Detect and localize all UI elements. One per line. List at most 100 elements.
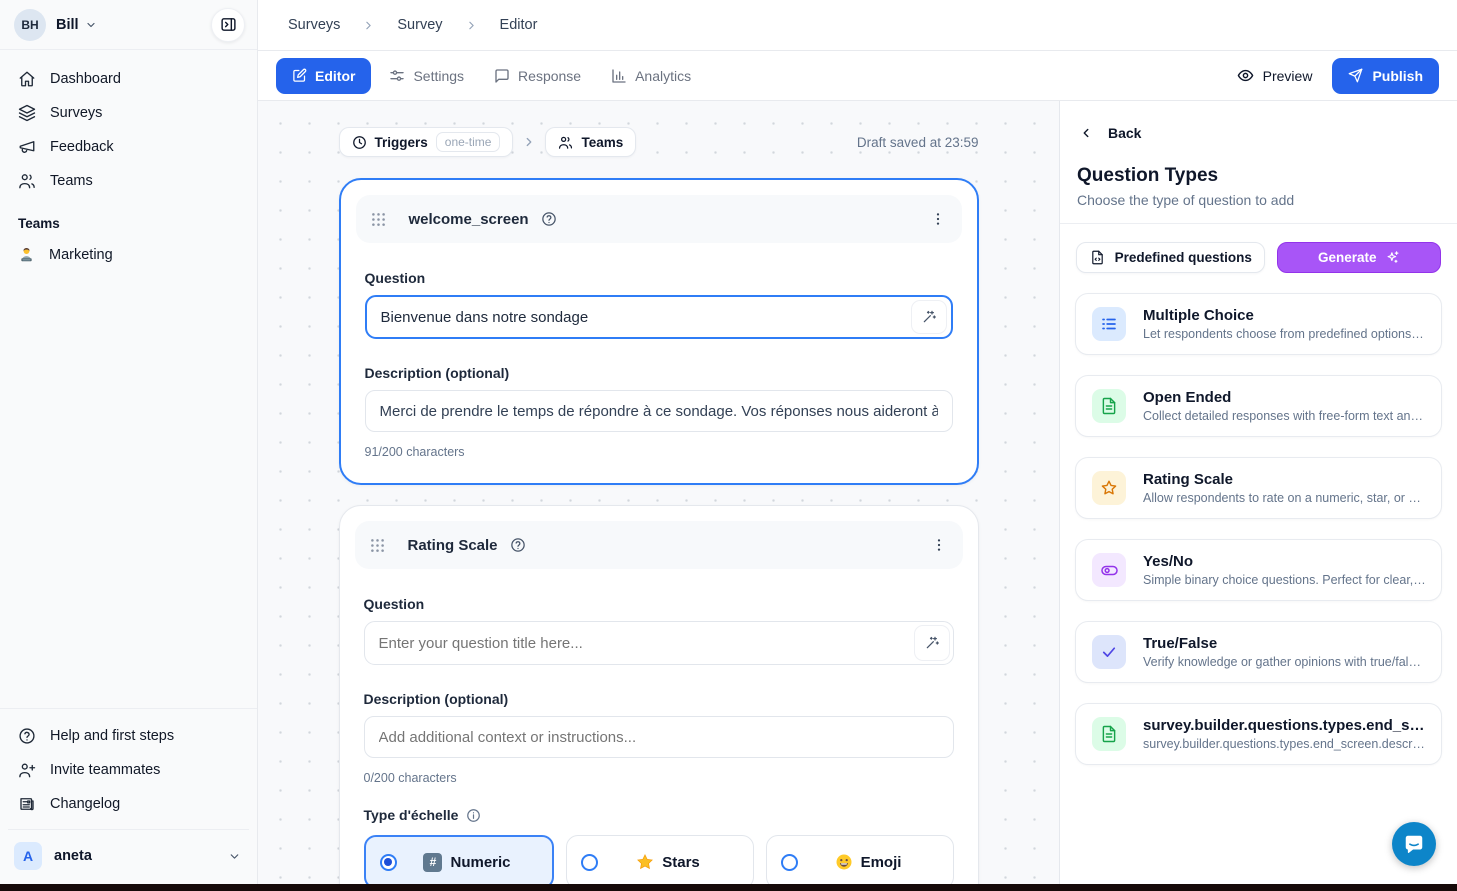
card-menu-button[interactable] [931, 537, 947, 553]
sliders-icon [389, 68, 405, 84]
question-field-label: Question [365, 270, 953, 286]
radio-unselected [581, 854, 598, 871]
sidebar-item-dashboard[interactable]: Dashboard [8, 62, 249, 96]
question-type-description: Simple binary choice questions. Perfect … [1143, 573, 1427, 587]
question-card-rating-scale[interactable]: Rating Scale Question [339, 505, 979, 884]
teams-chip-label: Teams [581, 135, 623, 150]
triggers-chip[interactable]: Triggers one-time [339, 127, 514, 157]
char-counter: 91/200 characters [365, 445, 953, 459]
scale-option-numeric[interactable]: # Numeric [364, 835, 554, 884]
tab-editor[interactable]: Editor [276, 58, 371, 94]
scale-option-label: Emoji [861, 854, 902, 871]
star-icon [1092, 471, 1126, 505]
question-description-input[interactable] [364, 716, 954, 758]
chevron-right-icon [522, 135, 536, 149]
question-type-description: Let respondents choose from predefined o… [1143, 327, 1427, 341]
question-type-rating-scale[interactable]: Rating Scale Allow respondents to rate o… [1075, 457, 1442, 519]
panel-title: Question Types [1060, 141, 1457, 187]
chat-bubble-icon [1403, 833, 1425, 855]
help-circle-icon [18, 727, 36, 745]
question-type-title: True/False [1143, 635, 1427, 652]
send-icon [1348, 68, 1363, 83]
chevron-down-icon [85, 19, 97, 31]
users-icon [558, 135, 573, 150]
sidebar-item-teams[interactable]: Teams [8, 164, 249, 198]
sidebar-collapse-button[interactable] [211, 8, 245, 42]
question-description-input[interactable] [365, 390, 953, 432]
question-title-input[interactable] [365, 295, 953, 339]
tab-analytics[interactable]: Analytics [599, 58, 703, 94]
tab-settings[interactable]: Settings [377, 58, 476, 94]
publish-button[interactable]: Publish [1332, 58, 1439, 94]
breadcrumb-editor[interactable]: Editor [500, 17, 538, 33]
preview-button[interactable]: Preview [1237, 67, 1313, 84]
drag-handle-icon[interactable] [370, 211, 387, 228]
sidebar-item-feedback[interactable]: Feedback [8, 130, 249, 164]
card-menu-button[interactable] [930, 211, 946, 227]
question-type-title: Rating Scale [1143, 471, 1427, 488]
survey-canvas[interactable]: Triggers one-time Teams Draft sav [258, 101, 1059, 884]
sidebar-item-changelog[interactable]: Changelog [8, 787, 249, 821]
magic-wand-button[interactable] [911, 300, 947, 334]
chevron-right-icon [362, 19, 375, 32]
question-type-list: Multiple Choice Let respondents choose f… [1060, 283, 1457, 775]
team-name: Marketing [49, 247, 113, 263]
scale-option-stars[interactable]: Stars [566, 835, 754, 884]
generate-label: Generate [1318, 250, 1377, 265]
sidebar-item-label: Dashboard [50, 71, 121, 87]
question-type-yes-no[interactable]: Yes/No Simple binary choice questions. P… [1075, 539, 1442, 601]
back-button[interactable]: Back [1060, 101, 1457, 141]
main-area: Surveys Survey Editor Editor Setting [258, 0, 1457, 884]
workspace-name: Bill [56, 17, 79, 33]
question-types-panel: Back Question Types Choose the type of q… [1059, 101, 1457, 884]
drag-handle-icon[interactable] [369, 537, 386, 554]
question-title-input[interactable] [364, 621, 954, 665]
publish-label: Publish [1372, 68, 1423, 84]
file-text-icon [1092, 389, 1126, 423]
workspace-switcher[interactable]: BH Bill [0, 0, 257, 50]
technologist-emoji-icon [18, 246, 35, 263]
chat-launcher-button[interactable] [1392, 822, 1436, 866]
sidebar-item-invite[interactable]: Invite teammates [8, 753, 249, 787]
question-type-multiple-choice[interactable]: Multiple Choice Let respondents choose f… [1075, 293, 1442, 355]
help-circle-icon [541, 211, 557, 227]
tab-response[interactable]: Response [482, 58, 593, 94]
account-menu[interactable]: A aneta [8, 829, 249, 884]
question-field-label: Question [364, 596, 954, 612]
sidebar-team-marketing[interactable]: Marketing [8, 239, 249, 270]
window-bottom-edge [0, 884, 1457, 891]
question-type-description: Collect detailed responses with free-for… [1143, 409, 1427, 423]
question-card-welcome-screen[interactable]: welcome_screen Question [339, 178, 979, 485]
draft-status: Draft saved at 23:59 [857, 135, 979, 150]
question-type-open-ended[interactable]: Open Ended Collect detailed responses wi… [1075, 375, 1442, 437]
clock-icon [352, 135, 367, 150]
eye-icon [1237, 67, 1254, 84]
scale-option-emoji[interactable]: Emoji [766, 835, 954, 884]
tab-label: Editor [315, 68, 355, 84]
teams-chip[interactable]: Teams [545, 127, 636, 157]
question-type-true-false[interactable]: True/False Verify knowledge or gather op… [1075, 621, 1442, 683]
user-plus-icon [18, 761, 36, 779]
sidebar-item-help[interactable]: Help and first steps [8, 719, 249, 753]
number-keycap-icon: # [423, 853, 442, 872]
tab-label: Analytics [635, 68, 691, 84]
chevron-right-icon [465, 19, 478, 32]
question-type-title: Yes/No [1143, 553, 1427, 570]
magic-wand-button[interactable] [914, 625, 950, 661]
generate-button[interactable]: Generate [1277, 242, 1441, 273]
breadcrumb-surveys[interactable]: Surveys [288, 17, 340, 33]
question-type-title: survey.builder.questions.types.end_scr..… [1143, 717, 1427, 734]
tab-label: Settings [413, 68, 464, 84]
list-icon [1092, 307, 1126, 341]
panel-subtitle: Choose the type of question to add [1060, 187, 1457, 224]
sidebar-item-label: Changelog [50, 796, 120, 812]
teams-section-label: Teams [0, 198, 257, 239]
question-type-title: Open Ended [1143, 389, 1427, 406]
sidebar-item-surveys[interactable]: Surveys [8, 96, 249, 130]
question-type-end-screen[interactable]: survey.builder.questions.types.end_scr..… [1075, 703, 1442, 765]
chevron-left-icon [1079, 126, 1093, 140]
breadcrumb-survey[interactable]: Survey [397, 17, 442, 33]
back-label: Back [1108, 125, 1141, 141]
predefined-questions-button[interactable]: Predefined questions [1076, 242, 1265, 273]
description-field-label: Description (optional) [365, 365, 953, 381]
